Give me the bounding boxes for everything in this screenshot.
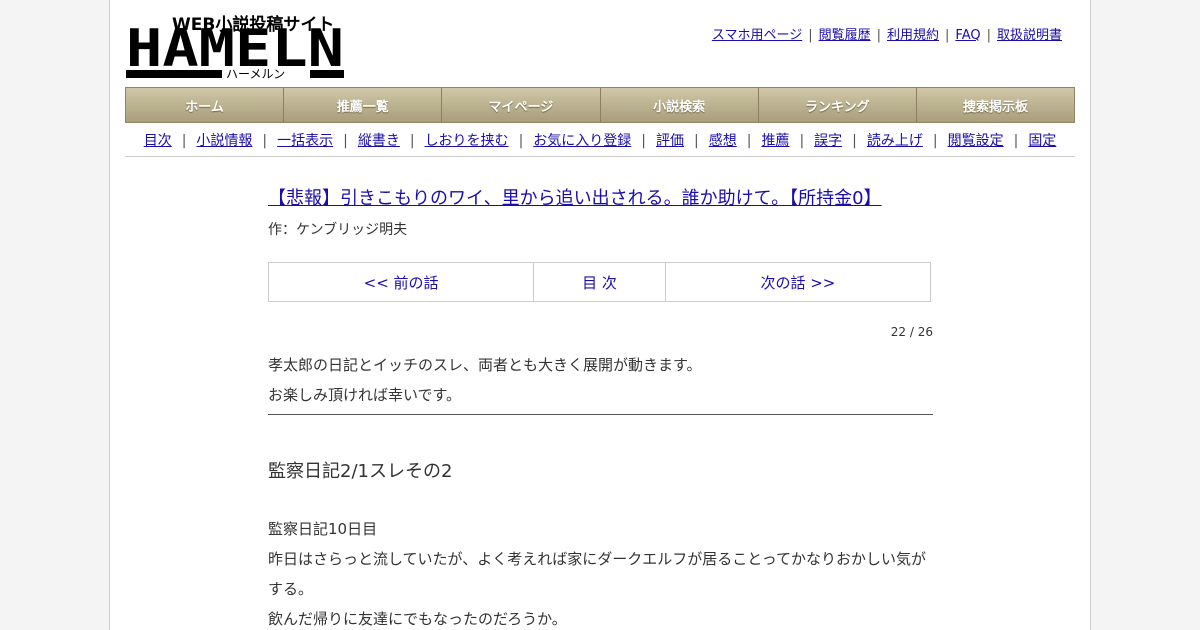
chapter-counter: 22 / 26 [890,325,933,339]
top-link-smartphone[interactable]: スマホ用ページ [712,28,802,43]
top-links: スマホ用ページ | 閲覧履歴 | 利用規約 | FAQ | 取扱説明書 [711,28,1062,43]
sub-nav-bookmark[interactable]: しおりを挟む [425,133,509,149]
top-link-manual[interactable]: 取扱説明書 [997,28,1062,43]
top-link-history[interactable]: 閲覧履歴 [819,28,871,43]
preface: 孝太郎の日記とイッチのスレ、両者とも大きく展開が動きます。 お楽しみ頂ければ幸い… [268,350,933,410]
body-line: する。 [268,580,314,598]
logo-kana: ハーメルン [226,67,285,80]
body-line: 監察日記10日目 [268,520,378,538]
nav-ranking[interactable]: ランキング [759,88,917,122]
chapter-nav: << 前の話 目 次 次の話 >> [268,262,931,302]
prev-chapter-link[interactable]: << 前の話 [269,263,535,301]
sub-nav-bulk-view[interactable]: 一括表示 [277,133,333,149]
chapter-body: 監察日記10日目 昨日はさらっと流していたが、よく考えれば家にダークエルフが居る… [268,514,933,630]
sub-nav-toc[interactable]: 目次 [144,133,172,149]
nav-novel-search[interactable]: 小説検索 [601,88,759,122]
sub-nav-favorite[interactable]: お気に入り登録 [533,133,631,149]
sub-nav-view-settings[interactable]: 閲覧設定 [948,133,1004,149]
nav-home[interactable]: ホーム [126,88,285,122]
body-line: 昨日はさらっと流していたが、よく考えれば家にダークエルフが居ることってかなりおか… [268,550,927,568]
next-chapter-link[interactable]: 次の話 >> [666,263,930,301]
top-link-faq[interactable]: FAQ [955,28,980,43]
sub-nav-recommend[interactable]: 推薦 [761,133,789,149]
preface-line: 孝太郎の日記とイッチのスレ、両者とも大きく展開が動きます。 [268,356,702,374]
divider [125,156,1075,157]
sub-nav-vertical[interactable]: 縦書き [358,133,400,149]
nav-mypage[interactable]: マイページ [442,88,601,122]
top-link-terms[interactable]: 利用規約 [887,28,939,43]
nav-search-board[interactable]: 捜索掲示板 [917,88,1074,122]
page-container: WEB小説投稿サイト HAMELN ハーメルン スマホ用ページ | 閲覧履歴 | 利用規… [109,0,1091,630]
sub-nav-pin[interactable]: 固定 [1028,133,1056,149]
body-line: 飲んだ帰りに友達にでもなったのだろうか。 [268,610,567,628]
preface-divider [268,414,933,415]
chapter-title: 監察日記2/1スレその2 [268,461,453,482]
author-name: 作：ケンブリッジ明夫 [268,222,408,238]
sub-nav-read-aloud[interactable]: 読み上げ [867,133,923,149]
main-nav: ホーム 推薦一覧 マイページ 小説検索 ランキング 捜索掲示板 [125,87,1075,123]
preface-line: お楽しみ頂ければ幸いです。 [268,386,462,404]
sub-nav-rating[interactable]: 評価 [656,133,684,149]
novel-title-link[interactable]: 【悲報】引きこもりのワイ、里から追い出される。誰か助けて。【所持金0】 [268,184,882,210]
toc-link[interactable]: 目 次 [534,263,666,301]
nav-recommendations[interactable]: 推薦一覧 [284,88,443,122]
site-logo[interactable]: WEB小説投稿サイト HAMELN ハーメルン [126,10,346,80]
sub-nav: 目次 | 小説情報 | 一括表示 | 縦書き | しおりを挟む | お気に入り登録 | 評価 | 感想 | 推薦… [143,133,1057,149]
sub-nav-impressions[interactable]: 感想 [709,133,737,149]
sub-nav-typo[interactable]: 誤字 [814,133,842,149]
sub-nav-novel-info[interactable]: 小説情報 [196,133,252,149]
